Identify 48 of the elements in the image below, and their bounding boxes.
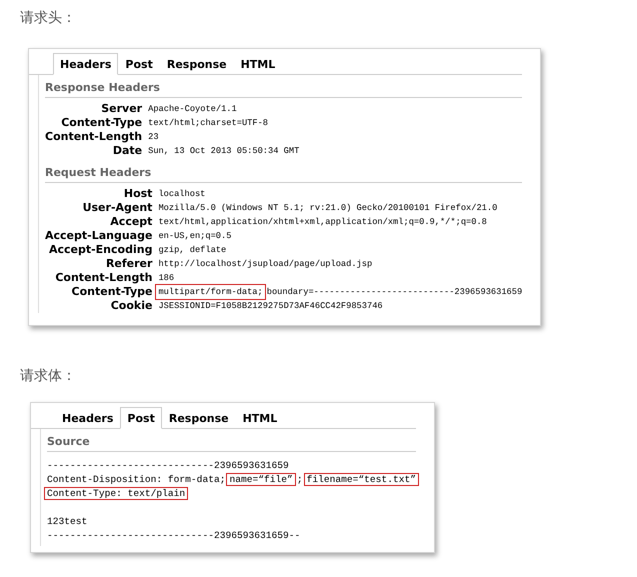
value-text: 186 bbox=[158, 272, 174, 285]
section-title: Response Headers bbox=[45, 79, 522, 98]
tab[interactable]: Post bbox=[118, 53, 160, 75]
header-name: Referer bbox=[104, 257, 152, 271]
value-text: JSESSIONID=F1058B2129275D73AF46CC42F9853746 bbox=[158, 300, 383, 313]
value-text: text/html;charset=UTF-8 bbox=[148, 117, 268, 130]
header-name: Accept-Encoding bbox=[48, 243, 152, 257]
header-name: Content-Type bbox=[60, 116, 142, 130]
highlighted-text: Content-Type: text/plain bbox=[44, 486, 188, 500]
highlighted-text: name=“file” bbox=[226, 472, 296, 486]
value-text: Mozilla/5.0 (Windows NT 5.1; rv:21.0) Gecko/20100101 Firefox/21.0 bbox=[158, 202, 498, 215]
value-text: ; bbox=[296, 474, 303, 484]
section-title: Request Headers bbox=[45, 164, 522, 183]
highlighted-text: filename=“test.txt” bbox=[304, 472, 419, 486]
value-text: Sun, 13 Oct 2013 05:50:34 GMT bbox=[148, 145, 300, 158]
value-text: http://localhost/jsupload/page/upload.jsp bbox=[158, 258, 372, 271]
value-text: gzip, deflate bbox=[158, 244, 226, 257]
tab[interactable]: Response bbox=[162, 407, 236, 429]
value-text: 123test bbox=[47, 516, 88, 526]
header-name: Cookie bbox=[110, 299, 152, 313]
tab[interactable]: Headers bbox=[55, 407, 120, 429]
value-text: -----------------------------2396593631659-- bbox=[47, 530, 300, 540]
value-text: localhost bbox=[158, 188, 206, 201]
value-text: Apache-Coyote/1.1 bbox=[148, 103, 237, 116]
header-name: Host bbox=[122, 187, 152, 201]
header-name: Accept-Language bbox=[45, 229, 152, 243]
header-name: Content-Type bbox=[70, 285, 152, 299]
tab[interactable]: Post bbox=[120, 407, 162, 429]
value-text: -----------------------------2396593631659 bbox=[47, 460, 289, 470]
header-name: Content-Length bbox=[54, 271, 152, 285]
section-title: Source bbox=[47, 433, 416, 452]
highlighted-text: multipart/form-data; bbox=[155, 284, 266, 300]
header-name: Content-Length bbox=[45, 130, 142, 144]
tab[interactable]: Response bbox=[160, 53, 234, 75]
value-text: 23 bbox=[148, 131, 159, 144]
header-name: User-Agent bbox=[82, 201, 152, 215]
value-text: text/html,application/xhtml+xml,application/xml;q=0.9,*/*;q=0.8 bbox=[158, 216, 487, 229]
value-text: boundary=---------------------------2396593631659 bbox=[266, 286, 522, 299]
value-text: Content-Disposition: form-data; bbox=[47, 474, 226, 484]
section-heading: 请求头： bbox=[20, 9, 77, 28]
tab[interactable]: Headers bbox=[53, 53, 118, 75]
tab[interactable]: HTML bbox=[236, 407, 284, 429]
value-text: en-US,en;q=0.5 bbox=[158, 230, 232, 243]
header-name: Accept bbox=[109, 215, 152, 229]
header-name: Date bbox=[112, 144, 142, 158]
tab[interactable]: HTML bbox=[234, 53, 282, 75]
header-name: Server bbox=[100, 102, 142, 116]
section-heading: 请求体： bbox=[20, 367, 77, 386]
